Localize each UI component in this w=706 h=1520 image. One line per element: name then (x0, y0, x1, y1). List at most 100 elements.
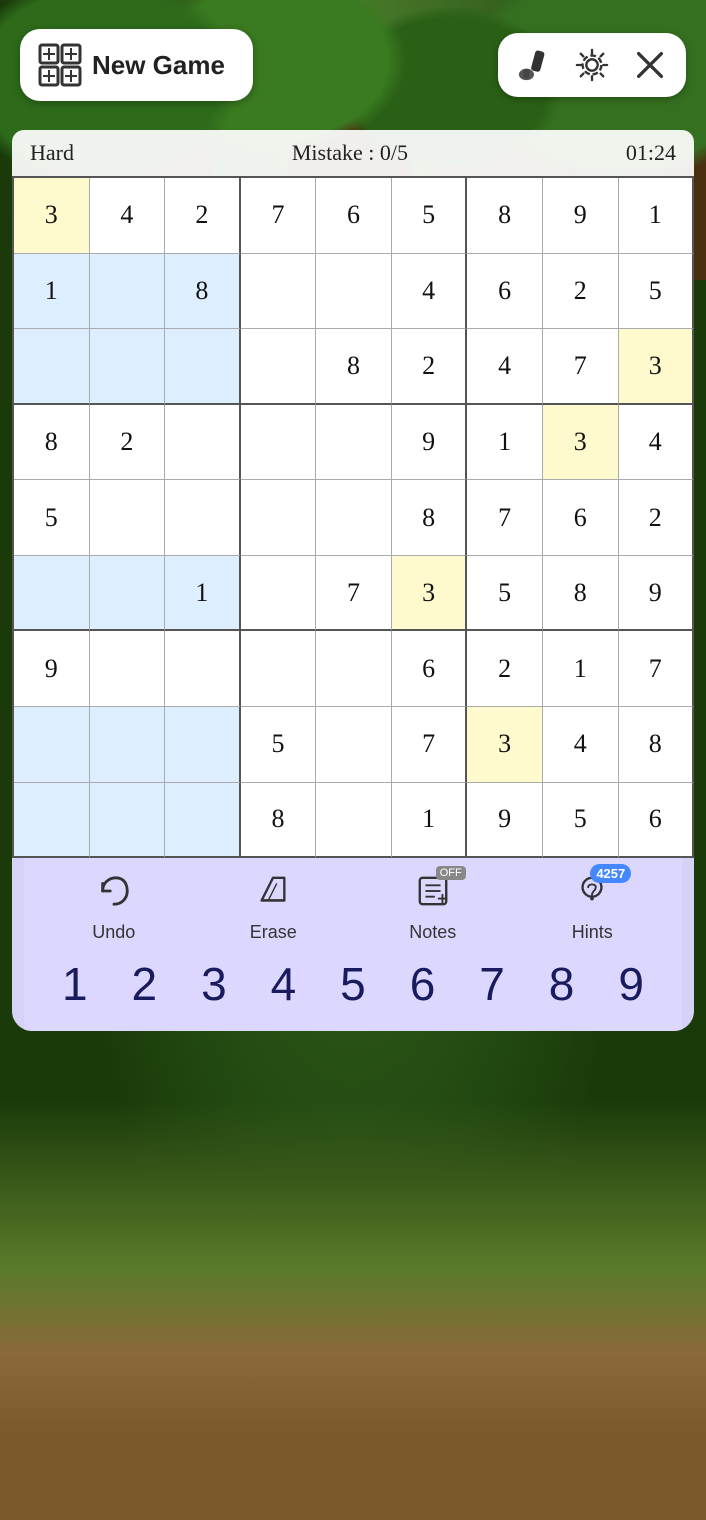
cell-r6-c1[interactable] (90, 631, 166, 707)
cell-r0-c6[interactable]: 8 (467, 178, 543, 254)
cell-r2-c4[interactable]: 8 (316, 329, 392, 405)
numpad-6[interactable]: 6 (393, 957, 453, 1011)
cell-r5-c1[interactable] (90, 556, 166, 632)
cell-r2-c3[interactable] (241, 329, 317, 405)
cell-r3-c3[interactable] (241, 405, 317, 481)
cell-r0-c3[interactable]: 7 (241, 178, 317, 254)
cell-r4-c4[interactable] (316, 480, 392, 556)
cell-r7-c8[interactable]: 8 (619, 707, 695, 783)
cell-r4-c1[interactable] (90, 480, 166, 556)
cell-r1-c5[interactable]: 4 (392, 254, 468, 330)
cell-r2-c7[interactable]: 7 (543, 329, 619, 405)
cell-r1-c1[interactable] (90, 254, 166, 330)
cell-r7-c7[interactable]: 4 (543, 707, 619, 783)
cell-r4-c2[interactable] (165, 480, 241, 556)
erase-label: Erase (250, 922, 297, 943)
cell-r5-c8[interactable]: 9 (619, 556, 695, 632)
cell-r5-c5[interactable]: 3 (392, 556, 468, 632)
cell-r6-c7[interactable]: 1 (543, 631, 619, 707)
cell-r1-c2[interactable]: 8 (165, 254, 241, 330)
numpad-4[interactable]: 4 (253, 957, 313, 1011)
cell-r0-c7[interactable]: 9 (543, 178, 619, 254)
cell-r5-c4[interactable]: 7 (316, 556, 392, 632)
cell-r8-c3[interactable]: 8 (241, 783, 317, 859)
cell-r7-c3[interactable]: 5 (241, 707, 317, 783)
cell-r4-c0[interactable]: 5 (14, 480, 90, 556)
cell-r6-c5[interactable]: 6 (392, 631, 468, 707)
numpad-2[interactable]: 2 (114, 957, 174, 1011)
cell-r2-c8[interactable]: 3 (619, 329, 695, 405)
close-button[interactable] (630, 45, 670, 85)
cell-r4-c3[interactable] (241, 480, 317, 556)
cell-r0-c8[interactable]: 1 (619, 178, 695, 254)
cell-r1-c7[interactable]: 2 (543, 254, 619, 330)
cell-r4-c7[interactable]: 6 (543, 480, 619, 556)
brush-button[interactable] (514, 45, 554, 85)
cell-r5-c7[interactable]: 8 (543, 556, 619, 632)
cell-r5-c0[interactable] (14, 556, 90, 632)
numpad-3[interactable]: 3 (184, 957, 244, 1011)
undo-button[interactable]: Undo (74, 874, 154, 943)
cell-r3-c8[interactable]: 4 (619, 405, 695, 481)
cell-r0-c2[interactable]: 2 (165, 178, 241, 254)
cell-r1-c4[interactable] (316, 254, 392, 330)
cell-r0-c1[interactable]: 4 (90, 178, 166, 254)
settings-button[interactable] (572, 45, 612, 85)
cell-r2-c6[interactable]: 4 (467, 329, 543, 405)
cell-r8-c5[interactable]: 1 (392, 783, 468, 859)
cell-r7-c2[interactable] (165, 707, 241, 783)
cell-r8-c4[interactable] (316, 783, 392, 859)
cell-r0-c0[interactable]: 3 (14, 178, 90, 254)
cell-r4-c8[interactable]: 2 (619, 480, 695, 556)
cell-r6-c8[interactable]: 7 (619, 631, 695, 707)
cell-r1-c6[interactable]: 6 (467, 254, 543, 330)
cell-r2-c5[interactable]: 2 (392, 329, 468, 405)
numpad-8[interactable]: 8 (532, 957, 592, 1011)
cell-r3-c7[interactable]: 3 (543, 405, 619, 481)
cell-r8-c7[interactable]: 5 (543, 783, 619, 859)
cell-r8-c2[interactable] (165, 783, 241, 859)
cell-r2-c0[interactable] (14, 329, 90, 405)
cell-r8-c1[interactable] (90, 783, 166, 859)
cell-r4-c5[interactable]: 8 (392, 480, 468, 556)
numpad-9[interactable]: 9 (601, 957, 661, 1011)
cell-r3-c0[interactable]: 8 (14, 405, 90, 481)
cell-r3-c2[interactable] (165, 405, 241, 481)
cell-r8-c6[interactable]: 9 (467, 783, 543, 859)
cell-r0-c5[interactable]: 5 (392, 178, 468, 254)
numpad-1[interactable]: 1 (45, 957, 105, 1011)
cell-r1-c0[interactable]: 1 (14, 254, 90, 330)
cell-r6-c3[interactable] (241, 631, 317, 707)
cell-r7-c5[interactable]: 7 (392, 707, 468, 783)
cell-r5-c2[interactable]: 1 (165, 556, 241, 632)
new-game-button[interactable]: New Game (20, 29, 253, 101)
cell-r1-c8[interactable]: 5 (619, 254, 695, 330)
cell-r3-c5[interactable]: 9 (392, 405, 468, 481)
cell-r3-c4[interactable] (316, 405, 392, 481)
cell-r7-c0[interactable] (14, 707, 90, 783)
cell-r6-c0[interactable]: 9 (14, 631, 90, 707)
cell-r8-c8[interactable]: 6 (619, 783, 695, 859)
cell-r5-c6[interactable]: 5 (467, 556, 543, 632)
cell-r2-c2[interactable] (165, 329, 241, 405)
cell-r5-c3[interactable] (241, 556, 317, 632)
cell-r2-c1[interactable] (90, 329, 166, 405)
cell-r8-c0[interactable] (14, 783, 90, 859)
notes-button[interactable]: OFF Notes (393, 874, 473, 943)
cell-r1-c3[interactable] (241, 254, 317, 330)
cell-r6-c4[interactable] (316, 631, 392, 707)
numpad-7[interactable]: 7 (462, 957, 522, 1011)
cell-r7-c6[interactable]: 3 (467, 707, 543, 783)
cell-r6-c2[interactable] (165, 631, 241, 707)
cell-r3-c6[interactable]: 1 (467, 405, 543, 481)
cell-r3-c1[interactable]: 2 (90, 405, 166, 481)
cell-r6-c6[interactable]: 2 (467, 631, 543, 707)
sudoku-grid[interactable]: 3427658911846258247382913458762173589962… (12, 176, 694, 858)
cell-r7-c4[interactable] (316, 707, 392, 783)
cell-r4-c6[interactable]: 7 (467, 480, 543, 556)
hints-button[interactable]: 4257 Hints (552, 874, 632, 943)
numpad-5[interactable]: 5 (323, 957, 383, 1011)
cell-r7-c1[interactable] (90, 707, 166, 783)
erase-button[interactable]: Erase (233, 874, 313, 943)
cell-r0-c4[interactable]: 6 (316, 178, 392, 254)
